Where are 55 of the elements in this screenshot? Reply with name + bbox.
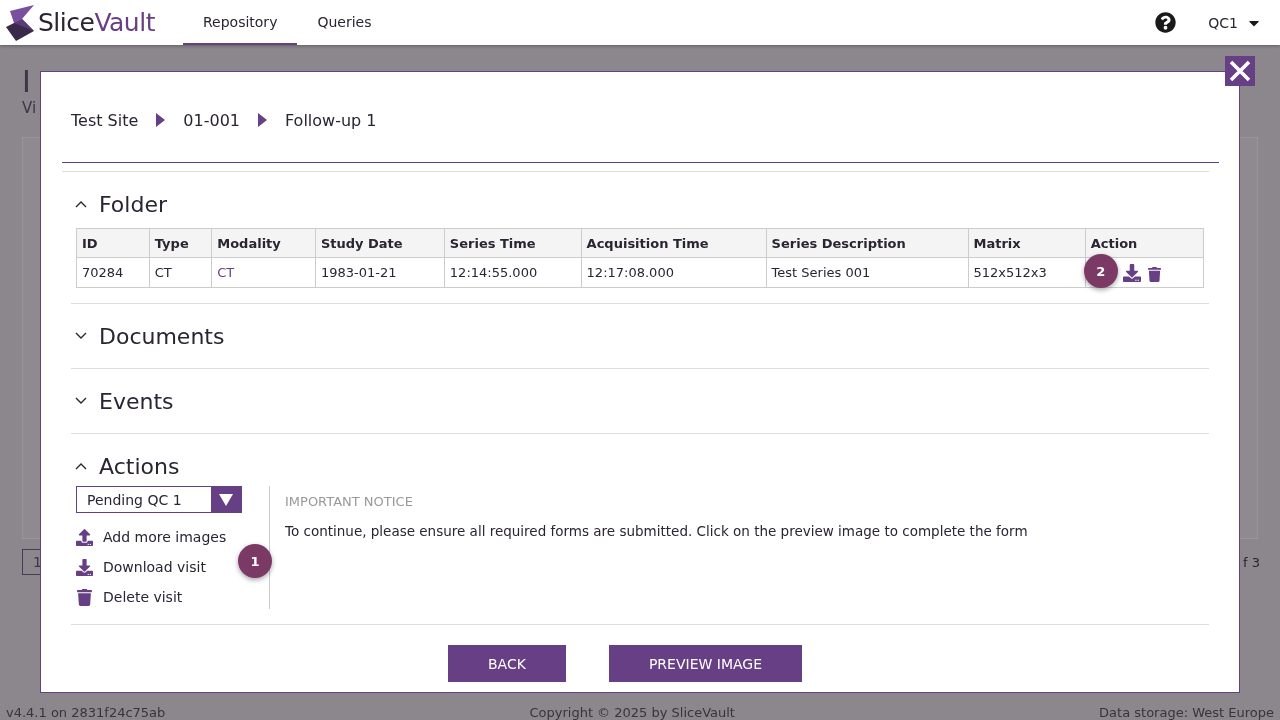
table-cell: CT <box>149 257 212 288</box>
section-header[interactable]: Events <box>71 369 178 433</box>
dialog-button[interactable]: PREVIEW IMAGE <box>608 645 802 682</box>
dialog-button[interactable]: BACK <box>448 645 566 682</box>
step-marker: 2 <box>1083 254 1118 288</box>
user-name[interactable]: QC1 <box>1208 14 1238 31</box>
download-icon <box>76 558 93 576</box>
action-link[interactable]: Add more images <box>76 525 227 549</box>
column-header: Series Time <box>444 228 582 258</box>
storage-text: Data storage: West Europe <box>1099 705 1274 720</box>
breadcrumb-item[interactable]: 01-001 <box>183 110 240 130</box>
step-marker: 1 <box>238 544 272 578</box>
column-header: Series Description <box>766 228 968 258</box>
table-cell: 12:17:08.000 <box>581 257 767 288</box>
upload-icon <box>76 528 93 546</box>
table-cell: 512x512x3 <box>968 257 1086 288</box>
table-cell: 12:14:55.000 <box>444 257 582 288</box>
column-header: ID <box>76 228 150 258</box>
logo-icon <box>6 4 34 41</box>
page-subtitle: Vi <box>22 99 37 117</box>
column-header: Study Date <box>315 228 445 258</box>
copyright-text: Copyright © 2025 by SliceVault <box>529 705 735 720</box>
caret-down-icon <box>219 493 233 506</box>
column-header: Action <box>1085 228 1204 258</box>
column-header: Type <box>149 228 212 258</box>
brand-name: SliceVault <box>38 8 155 37</box>
caret-right-icon <box>156 113 166 127</box>
notice-title: IMPORTANT NOTICE <box>285 494 414 509</box>
chevron-up-icon <box>75 462 87 470</box>
caret-right-icon <box>258 113 267 127</box>
chevron-down-icon <box>75 332 87 340</box>
notice-text: To continue, please ensure all required forms are submitted. Click on the preview image to complete the form <box>285 523 1028 539</box>
breadcrumb-item[interactable]: Follow-up 1 <box>285 110 377 130</box>
table-cell: 1983-01-21 <box>315 257 445 288</box>
page-title: I <box>22 65 31 99</box>
table-cell: 70284 <box>76 257 150 288</box>
modality-link[interactable]: CT <box>211 257 316 288</box>
action-link[interactable]: Download visit <box>76 555 206 579</box>
page-count: f 3 <box>1243 554 1260 572</box>
trash-icon <box>76 588 93 606</box>
chevron-down-icon <box>75 397 87 405</box>
column-header: Acquisition Time <box>581 228 767 258</box>
nav-tab[interactable]: Queries <box>297 0 392 45</box>
nav-tab[interactable]: Repository <box>182 0 298 45</box>
table-cell: Test Series 001 <box>766 257 968 288</box>
chevron-up-icon <box>75 200 87 208</box>
help-icon[interactable] <box>1155 12 1177 33</box>
section-header[interactable]: Documents <box>71 304 229 368</box>
column-header: Matrix <box>968 228 1086 258</box>
version-text: v4.4.1 on 2831f24c75ab <box>6 705 166 720</box>
action-link[interactable]: Delete visit <box>76 585 183 609</box>
status-select[interactable]: Pending QC 1 <box>76 486 242 513</box>
column-header: Modality <box>211 228 316 258</box>
breadcrumb-item[interactable]: Test Site <box>71 110 139 130</box>
close-button[interactable] <box>1225 56 1255 86</box>
